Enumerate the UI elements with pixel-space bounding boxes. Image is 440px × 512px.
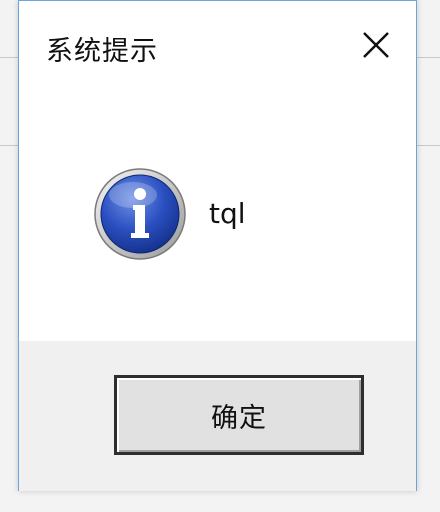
info-icon [94,168,186,260]
dialog-content: tql [19,91,416,341]
dialog-footer: 确定 [19,341,416,491]
dialog-message: tql [209,197,246,230]
ok-button[interactable]: 确定 [114,375,364,455]
close-icon [363,32,389,58]
close-button[interactable] [354,23,398,67]
dialog-titlebar: 系统提示 [19,1,416,91]
message-dialog: 系统提示 tql 确定 [18,0,417,491]
dialog-title: 系统提示 [46,36,158,67]
